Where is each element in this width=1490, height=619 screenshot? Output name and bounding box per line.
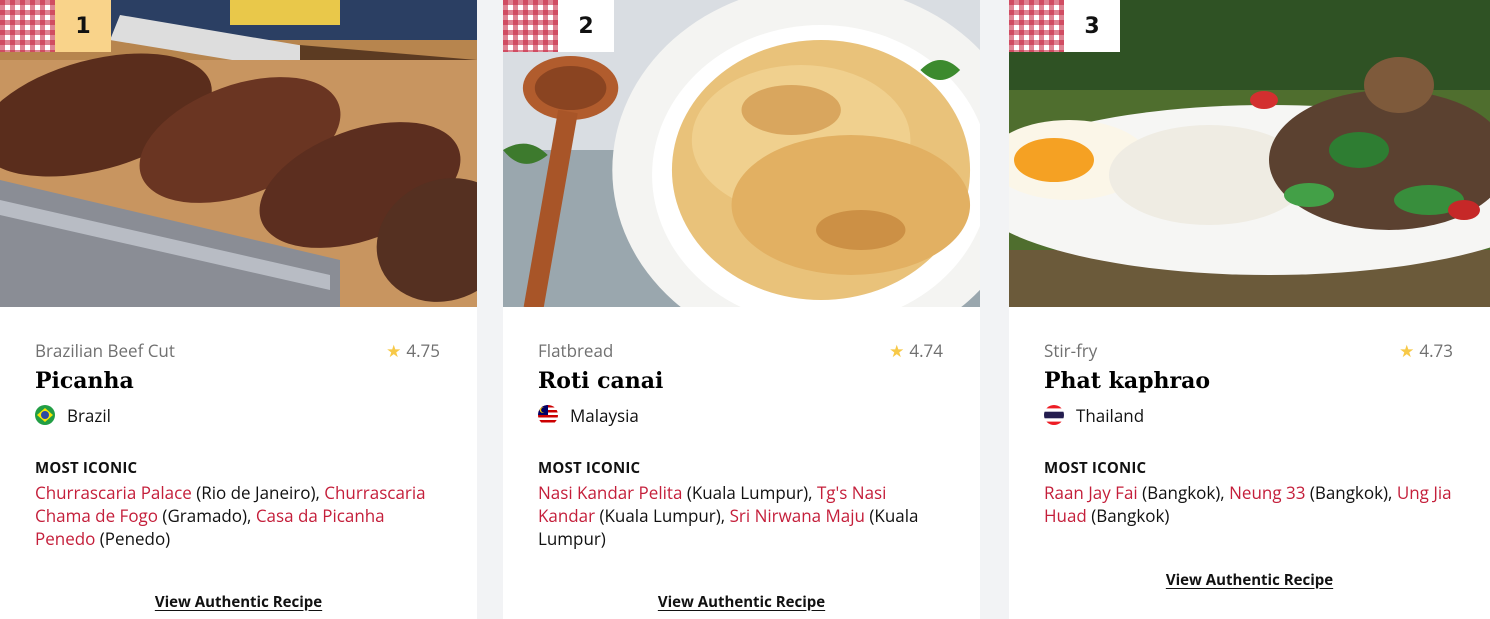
thailand-flag-icon: [1044, 405, 1064, 425]
rating: ★ 4.74: [889, 340, 943, 362]
dish-category: Flatbread: [538, 339, 614, 362]
dish-card: 3 Stir-fry ★ 4.73 Phat kaphrao Thailand …: [1009, 0, 1490, 619]
iconic-place-link[interactable]: Churrascaria Palace: [35, 481, 192, 504]
rating: ★ 4.75: [386, 340, 440, 362]
iconic-place-location: (Bangkok),: [1137, 481, 1230, 504]
iconic-place-location: (Rio de Janeiro),: [191, 481, 325, 504]
iconic-place-link[interactable]: Nasi Kandar Pelita: [538, 481, 682, 504]
dish-country[interactable]: Thailand: [1044, 403, 1455, 427]
iconic-place-link[interactable]: Sri Nirwana Maju: [730, 504, 865, 527]
dish-info: Stir-fry ★ 4.73 Phat kaphrao Thailand MO…: [1044, 340, 1455, 527]
rating-value: 4.75: [406, 339, 440, 362]
gingham-pattern: [503, 0, 558, 52]
dish-card: 2 Flatbread ★ 4.74 Roti canai Malaysia M…: [503, 0, 980, 619]
iconic-place-location: (Bangkok),: [1305, 481, 1397, 504]
iconic-places: Churrascaria Palace (Rio de Janeiro), Ch…: [35, 481, 442, 550]
dish-info: Flatbread ★ 4.74 Roti canai Malaysia MOS…: [538, 340, 945, 550]
country-name: Thailand: [1076, 403, 1145, 427]
dish-category: Brazilian Beef Cut: [35, 339, 175, 362]
view-recipe-link[interactable]: View Authentic Recipe: [503, 592, 980, 612]
rank-badge: 1: [55, 0, 111, 52]
dish-category: Stir-fry: [1044, 339, 1098, 362]
most-iconic-label: MOST ICONIC: [1044, 458, 1147, 478]
dish-card: 1 Brazilian Beef Cut ★ 4.75 Picanha Braz…: [0, 0, 477, 619]
view-recipe-link[interactable]: View Authentic Recipe: [1009, 570, 1490, 590]
most-iconic-label: MOST ICONIC: [538, 458, 641, 478]
rating: ★ 4.73: [1399, 340, 1453, 362]
dish-name[interactable]: Phat kaphrao: [1044, 366, 1455, 396]
dish-country[interactable]: Brazil: [35, 403, 442, 427]
iconic-places: Nasi Kandar Pelita (Kuala Lumpur), Tg's …: [538, 481, 945, 550]
dish-card-list: 1 Brazilian Beef Cut ★ 4.75 Picanha Braz…: [0, 0, 1490, 619]
star-icon: ★: [1399, 339, 1415, 362]
iconic-place-link[interactable]: Neung 33: [1229, 481, 1305, 504]
iconic-place-location: (Bangkok): [1086, 504, 1170, 527]
dish-name[interactable]: Roti canai: [538, 366, 945, 396]
iconic-place-location: (Penedo): [95, 527, 171, 550]
iconic-places: Raan Jay Fai (Bangkok), Neung 33 (Bangko…: [1044, 481, 1455, 527]
dish-country[interactable]: Malaysia: [538, 403, 945, 427]
star-icon: ★: [889, 339, 905, 362]
rating-value: 4.74: [909, 339, 943, 362]
rank-badge: 2: [558, 0, 614, 52]
iconic-place-location: (Kuala Lumpur),: [595, 504, 730, 527]
malaysia-flag-icon: [538, 405, 558, 425]
dish-name[interactable]: Picanha: [35, 366, 442, 396]
rating-value: 4.73: [1419, 339, 1453, 362]
iconic-place-location: (Kuala Lumpur),: [682, 481, 817, 504]
country-name: Malaysia: [570, 403, 639, 427]
brazil-flag-icon: [35, 405, 55, 425]
view-recipe-link[interactable]: View Authentic Recipe: [0, 592, 477, 612]
dish-info: Brazilian Beef Cut ★ 4.75 Picanha Brazil…: [35, 340, 442, 550]
iconic-place-link[interactable]: Raan Jay Fai: [1044, 481, 1138, 504]
country-name: Brazil: [67, 403, 111, 427]
rank-badge: 3: [1064, 0, 1120, 52]
gingham-pattern: [0, 0, 55, 52]
most-iconic-label: MOST ICONIC: [35, 458, 138, 478]
iconic-place-location: (Gramado),: [158, 504, 256, 527]
star-icon: ★: [386, 339, 402, 362]
gingham-pattern: [1009, 0, 1064, 52]
